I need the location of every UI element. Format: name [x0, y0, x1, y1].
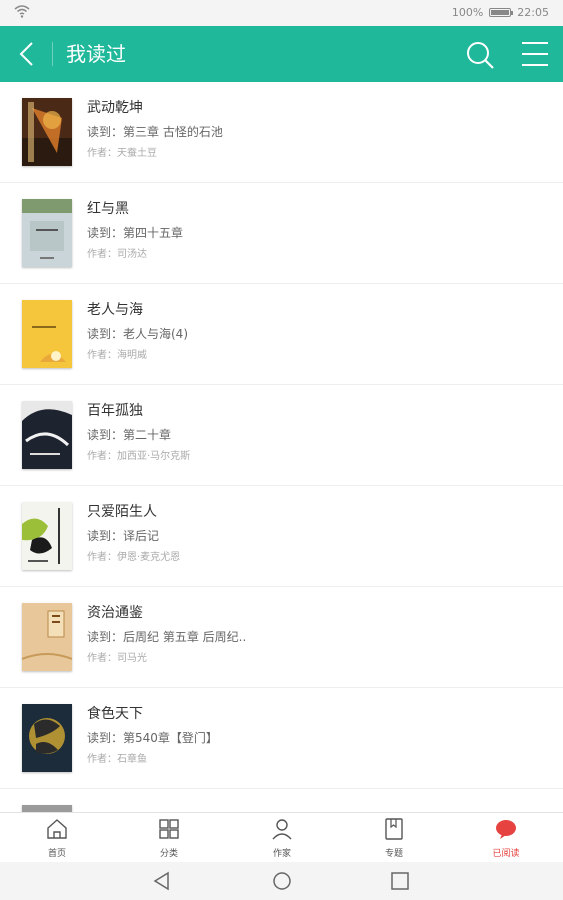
book-cover: [22, 300, 72, 368]
bottom-tab-bar: 首页 分类 作家 专题 已阅读: [0, 812, 563, 863]
book-item[interactable]: 红与黑 读到：第四十五章 作者：司汤达: [0, 183, 563, 284]
tab-home[interactable]: 首页: [17, 813, 97, 863]
page-title: 我读过: [66, 42, 126, 66]
back-arrow-icon[interactable]: [14, 40, 42, 68]
bookmark-icon: [385, 818, 403, 840]
book-author: 作者：伊恩·麦克尤恩: [87, 552, 181, 563]
nav-back-icon[interactable]: [152, 871, 172, 891]
book-title: 资治通鉴: [87, 605, 143, 621]
book-item[interactable]: 老人与海 读到：老人与海(4) 作者：海明威: [0, 284, 563, 385]
tab-read[interactable]: 已阅读: [466, 813, 546, 863]
grid-icon: [159, 819, 179, 839]
book-cover: [22, 704, 72, 772]
home-icon: [47, 819, 67, 839]
book-author: 作者：司汤达: [87, 249, 147, 260]
tab-writer[interactable]: 作家: [242, 813, 322, 863]
read-progress: 读到：译后记: [87, 529, 160, 543]
book-item[interactable]: 资治通鉴 读到：后周纪 第五章 后周纪.. 作者：司马光: [0, 587, 563, 688]
book-item[interactable]: 百年孤独 读到：第二十章 作者：加西亚·马尔克斯: [0, 385, 563, 486]
nav-recents-icon[interactable]: [390, 871, 410, 891]
book-author: 作者：天蚕土豆: [87, 148, 157, 159]
menu-icon[interactable]: [521, 41, 549, 67]
app-bar: 我读过: [0, 26, 563, 82]
read-progress: 读到：后周纪 第五章 后周纪..: [87, 630, 247, 644]
book-list[interactable]: 武动乾坤 读到：第三章 古怪的石池 作者：天蚕土豆 红与黑 读到：第四十五章 作…: [0, 82, 563, 812]
book-title: 红与黑: [87, 201, 129, 217]
wifi-icon: [14, 5, 30, 18]
read-progress: 读到：第二十章: [87, 428, 172, 442]
tab-label: 分类: [159, 849, 178, 859]
book-cover: [22, 401, 72, 469]
battery-percent: 100%: [451, 6, 484, 19]
book-title: 老人与海: [87, 302, 143, 318]
clock: 22:05: [517, 6, 549, 19]
book-title: 武动乾坤: [87, 100, 143, 116]
read-progress: 读到：老人与海(4): [87, 327, 188, 341]
tab-category[interactable]: 分类: [129, 813, 209, 863]
book-cover: [22, 805, 72, 812]
book-title: [87, 805, 543, 812]
tab-label: 专题: [384, 849, 403, 859]
book-author: 作者：石章鱼: [87, 754, 147, 765]
tab-label: 已阅读: [492, 849, 520, 859]
header-divider: [52, 42, 53, 66]
status-bar: 100% 22:05: [0, 0, 563, 26]
person-icon: [272, 819, 292, 840]
book-cover: [22, 502, 72, 570]
read-progress: 读到：第三章 古怪的石池: [87, 125, 223, 139]
book-title: 只爱陌生人: [87, 504, 157, 520]
search-icon[interactable]: [465, 40, 495, 70]
nav-home-icon[interactable]: [272, 871, 292, 891]
tab-label: 首页: [47, 849, 66, 859]
book-title: 食色天下: [87, 706, 143, 722]
tab-topic[interactable]: 专题: [354, 813, 434, 863]
book-item[interactable]: 食色天下 读到：第540章【登门】 作者：石章鱼: [0, 688, 563, 789]
book-author: 作者：海明威: [87, 350, 147, 361]
system-nav-bar: [0, 862, 563, 900]
read-progress: 读到：第540章【登门】: [87, 731, 218, 745]
book-item[interactable]: 只爱陌生人 读到：译后记 作者：伊恩·麦克尤恩: [0, 486, 563, 587]
read-progress: 读到：第四十五章: [87, 226, 184, 240]
chat-bubble-icon: [496, 820, 516, 839]
book-item[interactable]: [0, 789, 563, 812]
book-cover: [22, 603, 72, 671]
book-title: 百年孤独: [87, 403, 143, 419]
tab-label: 作家: [272, 849, 291, 859]
book-cover: [22, 199, 72, 267]
battery-icon: [489, 8, 514, 17]
book-author: 作者：加西亚·马尔克斯: [87, 451, 191, 462]
book-cover: [22, 98, 72, 166]
book-author: 作者：司马光: [87, 653, 147, 664]
book-item[interactable]: 武动乾坤 读到：第三章 古怪的石池 作者：天蚕土豆: [0, 82, 563, 183]
